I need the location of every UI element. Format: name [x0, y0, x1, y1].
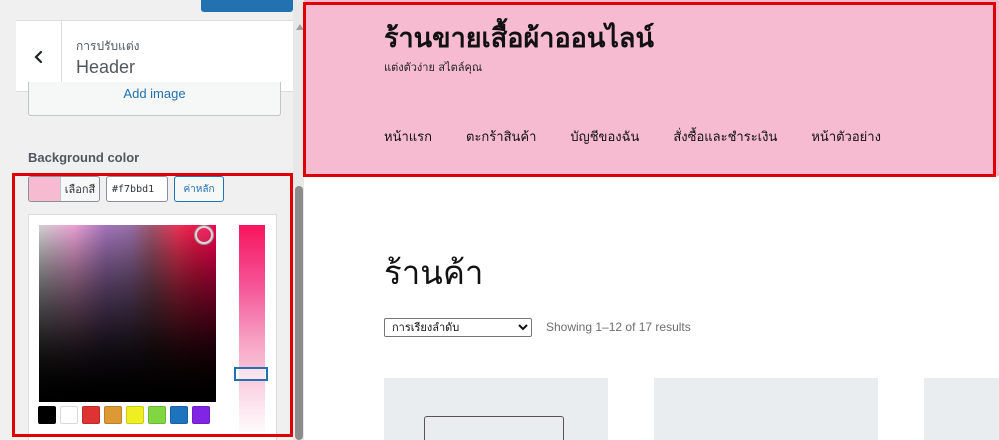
- select-color-button[interactable]: เลือกสี: [28, 176, 100, 202]
- current-color-swatch: [29, 177, 61, 201]
- scrollbar-thumb[interactable]: [295, 186, 303, 440]
- hue-slider[interactable]: [239, 225, 265, 437]
- palette-swatch[interactable]: [38, 406, 56, 424]
- palette-swatch[interactable]: [104, 406, 122, 424]
- sort-dropdown[interactable]: การเรียงลำดับ: [384, 318, 532, 337]
- product-card[interactable]: [654, 378, 878, 440]
- site-tagline: แต่งตัวง่าย สไตล์คุณ: [384, 61, 483, 74]
- customizer-screen: การปรับแต่ง Header Add image Background …: [0, 0, 999, 440]
- nav-item-sample-page[interactable]: หน้าตัวอย่าง: [811, 126, 881, 147]
- product-image: [424, 416, 564, 440]
- site-title[interactable]: ร้านขายเสื้อผ้าออนไลน์: [384, 16, 654, 59]
- site-preview: ร้านขายเสื้อผ้าออนไลน์ แต่งตัวง่าย สไตล์…: [304, 0, 999, 440]
- palette-swatch[interactable]: [192, 406, 210, 424]
- result-count: Showing 1–12 of 17 results: [546, 320, 691, 334]
- saturation-value-area[interactable]: [39, 225, 216, 402]
- scroll-up-icon[interactable]: [296, 24, 304, 30]
- publish-button-edge[interactable]: [201, 0, 293, 12]
- palette-swatch[interactable]: [82, 406, 100, 424]
- page-title: ร้านค้า: [384, 253, 484, 292]
- palette-swatch[interactable]: [148, 406, 166, 424]
- palette-swatch[interactable]: [126, 406, 144, 424]
- default-color-button[interactable]: ค่าหลัก: [174, 176, 224, 202]
- product-card[interactable]: [924, 378, 999, 440]
- palette-swatch[interactable]: [60, 406, 78, 424]
- breadcrumb: การปรับแต่ง: [76, 39, 140, 53]
- background-color-label: Background color: [28, 150, 140, 165]
- product-card[interactable]: [384, 378, 608, 440]
- add-image-button[interactable]: Add image: [28, 82, 281, 116]
- nav-item-home[interactable]: หน้าแรก: [384, 126, 432, 147]
- nav-item-checkout[interactable]: สั่งซื้อและชำระเงิน: [673, 126, 777, 147]
- hex-color-input[interactable]: [106, 176, 168, 202]
- customizer-sidebar: การปรับแต่ง Header Add image Background …: [0, 0, 304, 440]
- select-color-label: เลือกสี: [64, 183, 96, 196]
- saturation-handle[interactable]: [195, 226, 213, 244]
- site-header: ร้านขายเสื้อผ้าออนไลน์ แต่งตัวง่าย สไตล์…: [304, 0, 999, 176]
- nav-item-account[interactable]: บัญชีของฉัน: [570, 126, 639, 147]
- panel-title: Header: [76, 57, 136, 77]
- color-palette: [38, 406, 210, 424]
- hue-slider-handle[interactable]: [234, 367, 268, 381]
- palette-swatch[interactable]: [170, 406, 188, 424]
- primary-nav: หน้าแรก ตะกร้าสินค้า บัญชีของฉัน สั่งซื้…: [384, 126, 881, 147]
- nav-item-cart[interactable]: ตะกร้าสินค้า: [466, 126, 536, 147]
- chevron-left-icon: [33, 50, 42, 63]
